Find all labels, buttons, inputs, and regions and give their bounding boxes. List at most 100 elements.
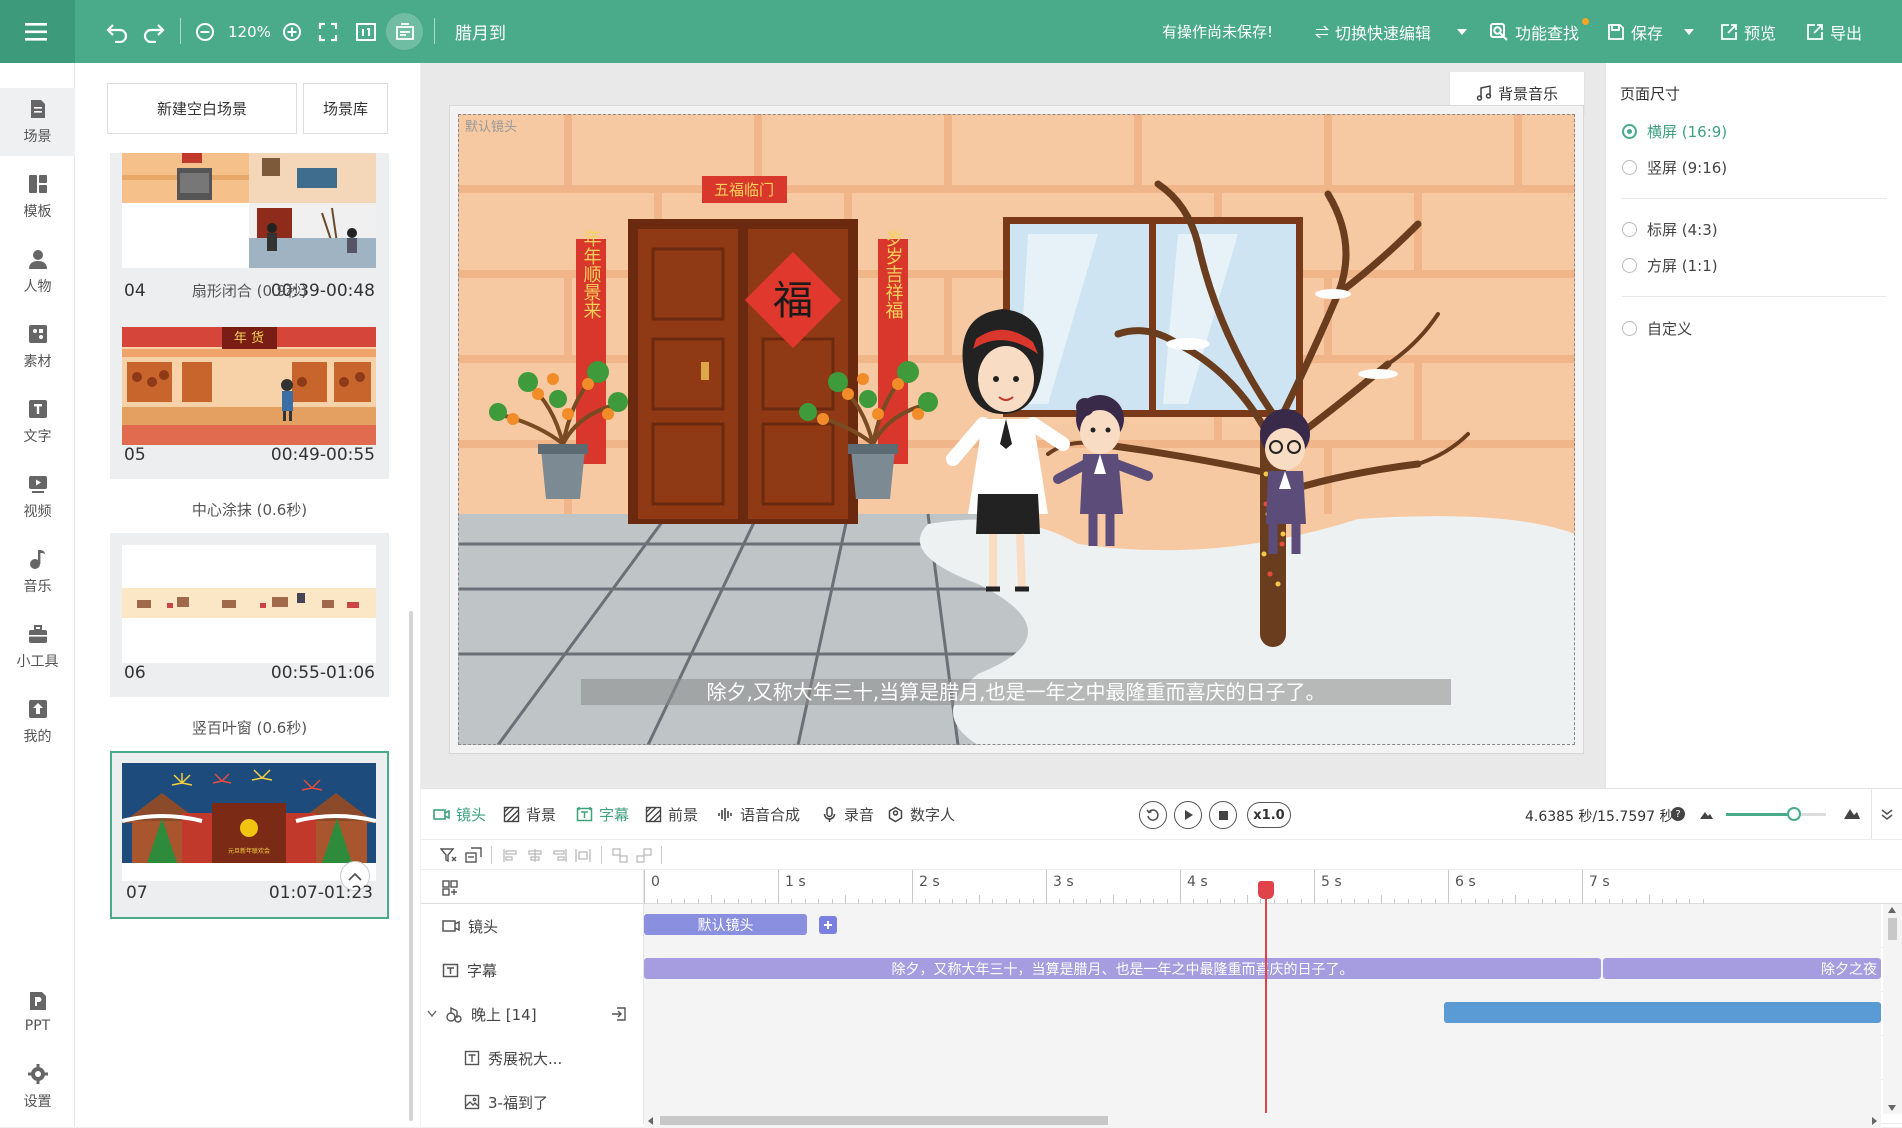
align-center-icon[interactable] [527, 848, 543, 863]
camera-block[interactable]: 默认镜头 [644, 914, 807, 935]
save-button[interactable]: 保存 [1607, 0, 1663, 63]
track-name: 秀展祝大... [488, 1049, 563, 1068]
zoom-out-icon [196, 22, 214, 41]
arrow-down-icon[interactable] [1888, 1105, 1896, 1111]
scene-library-button[interactable]: 场景库 [303, 83, 388, 134]
redo-button[interactable] [142, 0, 166, 63]
nav-item-template[interactable]: 模板 [0, 163, 75, 231]
radio-custom[interactable]: 自定义 [1622, 318, 1692, 339]
transition-label[interactable]: 中心涂抹 (0.6秒) [110, 499, 389, 520]
canvas-subtitle[interactable]: 除夕,又称大年三十,当算是腊月,也是一年之中最隆重而喜庆的日子了。 [706, 680, 1325, 704]
track-lane[interactable]: 除夕，又称大年三十，当算是腊月、也是一年之中最隆重而喜庆的日子了。 除夕之夜 [644, 948, 1881, 992]
scene-card[interactable]: 年 货 05 00:49-00:55 [110, 315, 389, 479]
tab-record[interactable]: 录音 [821, 799, 874, 829]
stop-button[interactable] [1209, 801, 1237, 829]
playback-speed[interactable]: x1.0 [1247, 802, 1291, 828]
align-left-icon[interactable] [503, 848, 519, 863]
scene-thumbnail [122, 153, 376, 268]
subtitle-block[interactable]: 除夕之夜 [1603, 958, 1881, 979]
track-lane[interactable]: 默认镜头 [644, 904, 1881, 948]
undo-button[interactable] [105, 0, 129, 63]
subtitle-view-button[interactable] [386, 13, 423, 50]
nav-item-text[interactable]: 文字 [0, 388, 75, 456]
tab-background[interactable]: 背景 [503, 799, 556, 829]
filter-icon[interactable] [440, 847, 457, 864]
track-lane[interactable] [644, 992, 1881, 1036]
time-ruler[interactable]: 0 1 s 2 s 3 s 4 s 5 s 6 s 7 s [421, 870, 1902, 904]
fullscreen-button[interactable] [318, 0, 338, 63]
scene-card[interactable]: 06 00:55-01:06 [110, 533, 389, 697]
horizontal-scrollbar[interactable] [644, 1113, 1881, 1128]
track-name: 3-福到了 [488, 1093, 548, 1112]
nav-item-music[interactable]: 音乐 [0, 538, 75, 606]
ruler-minor-tick [1113, 895, 1114, 904]
text-box-icon [464, 1050, 480, 1066]
playhead-handle[interactable] [1257, 881, 1274, 899]
scene-card-selected[interactable]: 元旦新年联欢会 07 01:07-01:23 [110, 751, 389, 919]
track-lane[interactable] [644, 1036, 1881, 1080]
zoom-in-button[interactable] [282, 0, 302, 63]
chevron-down-icon[interactable] [427, 1010, 437, 1018]
tab-tts[interactable]: 语音合成 [717, 799, 800, 829]
tab-foreground[interactable]: 前景 [645, 799, 698, 829]
arrow-left-icon[interactable] [648, 1117, 654, 1125]
add-camera-button[interactable] [819, 916, 837, 934]
tab-subtitle[interactable]: 字幕 [576, 799, 629, 829]
nav-item-toolbox[interactable]: 小工具 [0, 613, 75, 681]
horizontal-scrollbar-thumb[interactable] [660, 1116, 1108, 1125]
zoom-slider[interactable] [1726, 807, 1826, 821]
preview-button[interactable]: 预览 [1720, 0, 1776, 63]
radio-landscape[interactable]: 横屏 (16:9) [1622, 121, 1727, 142]
scene-canvas[interactable]: 福 五福临门 年年顺景来 岁岁吉祥福 除夕,又称大年三十,当算是腊月,也是一年之… [458, 114, 1575, 745]
vertical-scrollbar[interactable] [1883, 904, 1902, 1114]
transition-label[interactable]: 竖百叶窗 (0.6秒) [110, 717, 389, 738]
quick-edit-button[interactable]: 切换快速编辑 [1315, 0, 1431, 63]
radio-portrait[interactable]: 竖屏 (9:16) [1622, 157, 1727, 178]
tab-camera[interactable]: 镜头 [433, 799, 486, 829]
distribute-icon[interactable] [575, 848, 591, 863]
radio-square[interactable]: 方屏 (1:1) [1622, 255, 1718, 276]
transition-label[interactable]: 扇形闭合 (0.9秒) [110, 280, 389, 301]
foreground-icon [645, 806, 662, 822]
collapse-timeline-button[interactable] [1871, 789, 1902, 839]
nav-item-settings[interactable]: 设置 [0, 1053, 75, 1121]
playhead[interactable] [1257, 881, 1274, 1116]
menu-button[interactable] [0, 0, 75, 63]
scene-list-scrollbar[interactable] [409, 611, 413, 1121]
arrow-up-icon[interactable] [1888, 907, 1896, 913]
music-note-icon [1476, 85, 1492, 101]
ruler-major-tick [778, 870, 779, 904]
radio-label: 自定义 [1647, 320, 1693, 338]
vertical-scrollbar-thumb[interactable] [1888, 918, 1897, 940]
help-icon[interactable]: ? [1671, 807, 1685, 821]
nav-item-ppt[interactable]: PPT [0, 978, 75, 1046]
fit-screen-button[interactable] [355, 0, 377, 63]
zoom-slider-handle[interactable] [1787, 807, 1801, 821]
nav-item-video[interactable]: 视频 [0, 463, 75, 531]
character-clip[interactable] [1444, 1002, 1881, 1023]
nav-item-material[interactable]: 素材 [0, 313, 75, 381]
export-label: 导出 [1830, 23, 1863, 43]
project-title[interactable]: 腊月到 [455, 0, 506, 63]
feature-search-button[interactable]: 功能查找 [1489, 0, 1589, 63]
tracks-menu-icon[interactable] [442, 880, 458, 896]
exit-group-icon[interactable] [611, 1006, 627, 1022]
play-button[interactable] [1174, 801, 1202, 829]
quick-edit-dropdown[interactable] [1456, 0, 1468, 63]
ungroup-icon[interactable] [636, 848, 652, 863]
arrow-right-icon[interactable] [1871, 1117, 1877, 1125]
subtitle-block[interactable]: 除夕，又称大年三十，当算是腊月、也是一年之中最隆重而喜庆的日子了。 [644, 958, 1601, 979]
export-button[interactable]: 导出 [1806, 0, 1862, 63]
nav-item-scene[interactable]: 场景 [0, 88, 75, 156]
nav-item-mine[interactable]: 我的 [0, 688, 75, 756]
align-right-icon[interactable] [551, 848, 567, 863]
group-icon[interactable] [612, 848, 628, 863]
new-blank-scene-button[interactable]: 新建空白场景 [107, 83, 297, 134]
zoom-out-button[interactable] [195, 0, 215, 63]
save-dropdown[interactable] [1683, 0, 1695, 63]
nav-item-person[interactable]: 人物 [0, 238, 75, 306]
replay-button[interactable] [1139, 801, 1167, 829]
tab-digital-human[interactable]: 数字人 [887, 799, 955, 829]
layers-icon[interactable] [465, 847, 482, 864]
radio-standard[interactable]: 标屏 (4:3) [1622, 219, 1718, 240]
